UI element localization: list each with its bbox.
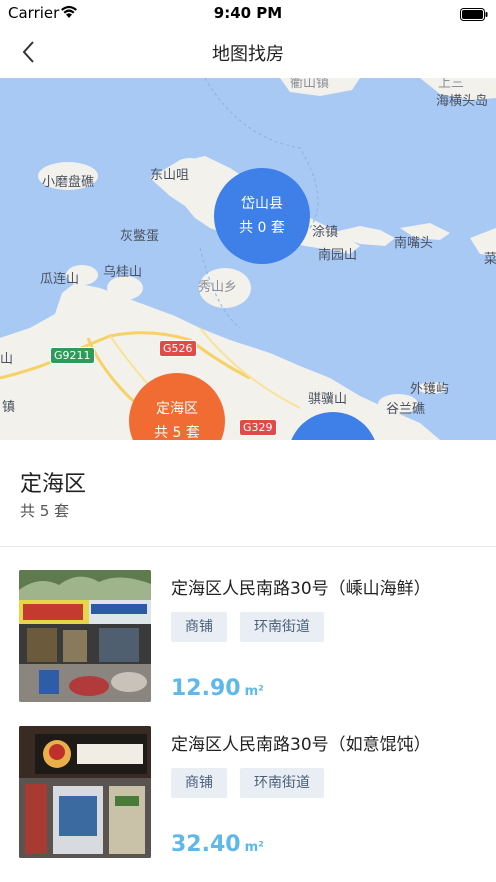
map-label: 秀山乡 — [198, 280, 238, 295]
map-label: 小磨盘礁 — [42, 175, 95, 190]
listing-area: 32.40 m² — [171, 832, 264, 857]
map-label: 灰鳖蛋 — [120, 229, 160, 244]
map-label: 南嘴头 — [394, 236, 434, 251]
map-label: 瓜连山 — [40, 272, 80, 287]
map-label: 海横头岛 — [436, 94, 489, 109]
navigation-bar: 地图找房 — [0, 26, 496, 78]
cluster-count: 共 0 套 — [239, 220, 285, 236]
listing-item[interactable]: 定海区人民南路30号（嵊山海鲜） 商铺 环南街道 12.90 m² — [0, 570, 496, 710]
area-unit: m² — [244, 840, 264, 855]
map-label: 涂镇 — [312, 225, 339, 240]
listing-photo — [19, 570, 151, 702]
map-label: 外镬屿 — [410, 382, 450, 397]
clock: 9:40 PM — [213, 4, 283, 22]
battery-icon — [460, 6, 488, 25]
map-label: 乌桂山 — [103, 265, 143, 280]
cluster-name: 岱山县 — [241, 196, 283, 212]
map-cluster-daishan[interactable]: 岱山县 共 0 套 — [214, 168, 310, 264]
map-label: 谷兰礁 — [386, 402, 426, 417]
road-shield-g329: G329 — [239, 419, 277, 436]
area-value: 12.90 — [171, 676, 241, 701]
listing-title: 定海区人民南路30号（如意馄饨） — [171, 735, 431, 755]
listing-tag: 商铺 — [171, 768, 227, 798]
listing-item[interactable]: 定海区人民南路30号（如意馄饨） 商铺 环南街道 32.40 m² — [0, 726, 496, 866]
status-bar: Carrier 9:40 PM — [0, 0, 496, 26]
road-shield-g9211: G9211 — [50, 347, 95, 364]
map-label: 东山咀 — [150, 168, 190, 183]
cluster-name: 定海区 — [156, 401, 198, 417]
map-label: 衢山镇 — [290, 78, 330, 91]
map-label: 山 — [0, 352, 14, 367]
page-title: 地图找房 — [212, 44, 284, 65]
listing-photo — [19, 726, 151, 858]
district-name: 定海区 — [20, 472, 87, 497]
listing-tag: 环南街道 — [240, 612, 324, 642]
listing-tag: 商铺 — [171, 612, 227, 642]
area-value: 32.40 — [171, 832, 241, 857]
area-unit: m² — [244, 684, 264, 699]
listing-title: 定海区人民南路30号（嵊山海鲜） — [171, 579, 431, 599]
map-label: 镇 — [2, 400, 16, 415]
map-view[interactable]: 衢山镇 上三 海横头岛 小磨盘礁 东山咀 灰鳖蛋 涂镇 南嘴头 南园山 瓜连山 … — [0, 78, 496, 440]
listing-area: 12.90 m² — [171, 676, 264, 701]
cluster-count: 共 5 套 — [154, 425, 200, 440]
map-label: 南园山 — [318, 248, 358, 263]
road-shield-g526: G526 — [159, 340, 197, 357]
district-count: 共 5 套 — [20, 502, 70, 520]
map-label: 菜 — [484, 252, 496, 267]
district-sheet: 定海区 共 5 套 定海区人民南路30号（嵊山海鲜） 商铺 环南街道 12.90… — [0, 440, 496, 882]
divider — [0, 546, 496, 547]
map-label: 骐骥山 — [308, 392, 348, 407]
listing-tag: 环南街道 — [240, 768, 324, 798]
